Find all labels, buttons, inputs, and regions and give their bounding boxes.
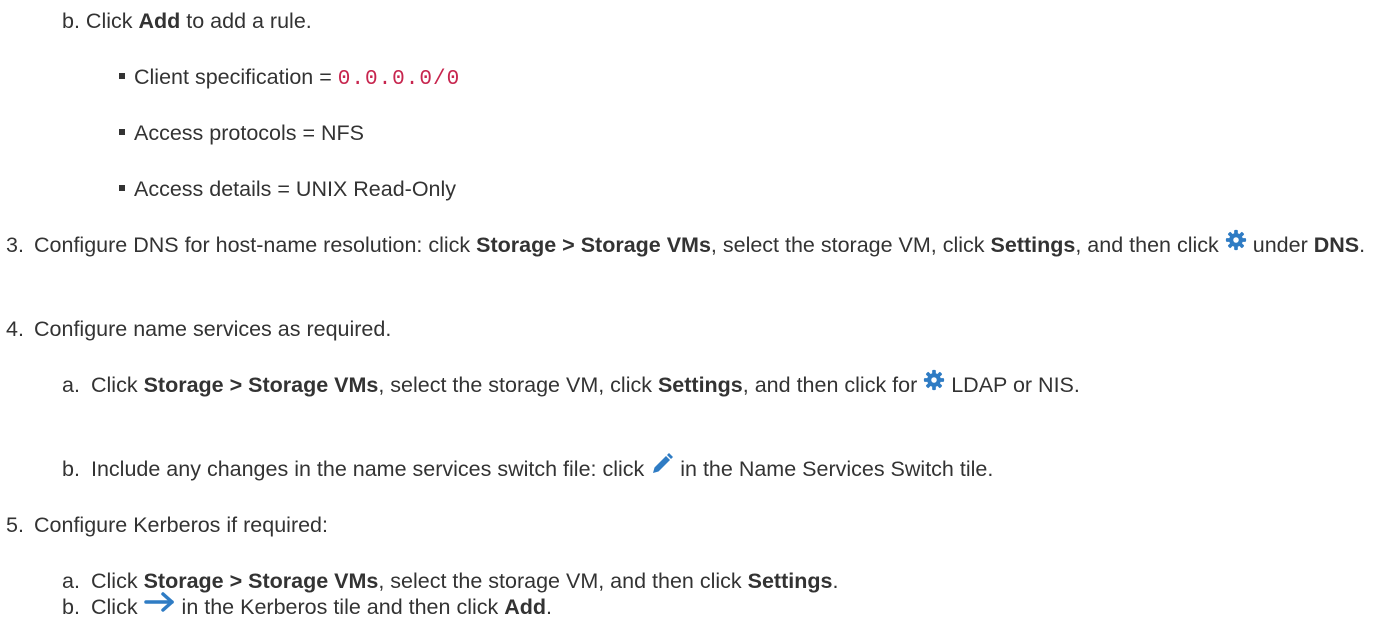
step-3-text: Configure DNS for host-name resolution: … xyxy=(34,230,1377,261)
bullet-access-protocols: Access protocols = NFS xyxy=(119,118,364,148)
step-4b-text: Include any changes in the name services… xyxy=(91,452,993,486)
arrow-right-icon xyxy=(143,591,176,621)
gear-icon xyxy=(1225,229,1247,259)
storage-vms-path: Storage > Storage VMs xyxy=(143,569,379,593)
pencil-icon xyxy=(650,452,674,484)
client-spec-code: 0.0.0.0/0 xyxy=(337,68,461,91)
dns-label: DNS xyxy=(1313,233,1360,257)
step-4a-marker: a. xyxy=(62,373,80,397)
storage-vms-path: Storage > Storage VMs xyxy=(476,233,711,257)
step-4-text: Configure name services as required. xyxy=(34,317,392,341)
bullet-square xyxy=(119,185,125,192)
step-4a-text: Click Storage > Storage VMs, select the … xyxy=(91,370,1377,401)
document-page: b. Click Add to add a rule. Client speci… xyxy=(0,0,1388,619)
settings-label: Settings xyxy=(747,569,833,593)
bullet-client-specification: Client specification = 0.0.0.0/0 xyxy=(119,62,460,95)
settings-label: Settings xyxy=(990,233,1076,257)
step-4b-marker: b. xyxy=(62,457,80,481)
settings-label: Settings xyxy=(657,373,743,397)
step-5-text: Configure Kerberos if required: xyxy=(34,513,328,537)
bullet-square xyxy=(119,129,125,136)
step-4-marker: 4. xyxy=(6,317,24,341)
add-label: Add xyxy=(504,595,547,619)
add-label: Add xyxy=(138,9,181,33)
bullet-square xyxy=(119,73,125,80)
list-marker: b. xyxy=(62,9,80,33)
storage-vms-path: Storage > Storage VMs xyxy=(143,373,379,397)
gear-icon xyxy=(923,369,945,399)
step-5b-text: Click in the Kerberos tile and then clic… xyxy=(91,592,552,623)
step-3-marker: 3. xyxy=(6,233,24,257)
step-5-marker: 5. xyxy=(6,513,24,537)
bullet-access-details: Access details = UNIX Read-Only xyxy=(119,174,456,204)
step-b-add-rule: b. Click Add to add a rule. xyxy=(62,9,312,33)
